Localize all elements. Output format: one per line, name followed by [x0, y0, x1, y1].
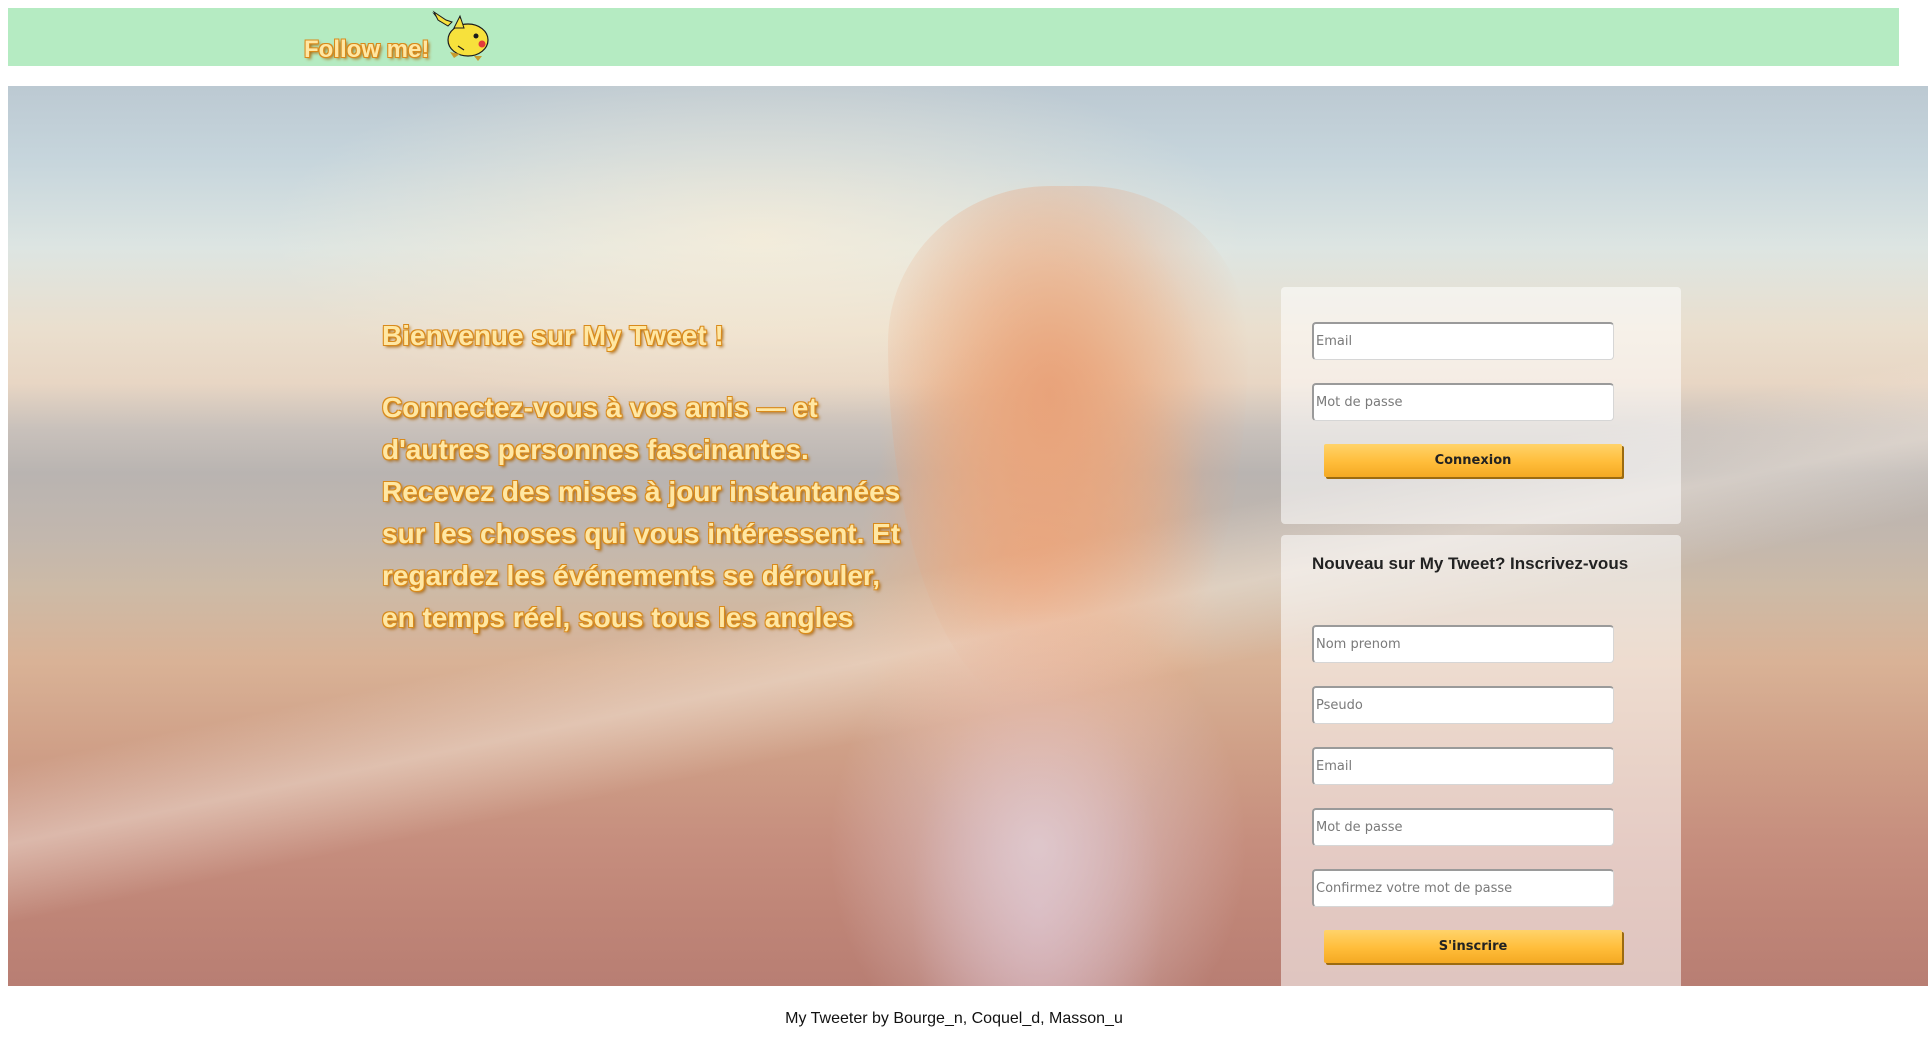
welcome-text: Connectez-vous à vos amis — et d'autres …: [382, 392, 901, 633]
hero-person-dress: [828, 606, 1248, 986]
login-button[interactable]: Connexion: [1324, 444, 1622, 477]
signup-name-input[interactable]: [1312, 625, 1614, 663]
signup-email-input[interactable]: [1312, 747, 1614, 785]
login-password-input[interactable]: [1312, 383, 1614, 421]
signup-panel: Nouveau sur My Tweet? Inscrivez-vous S'i…: [1281, 535, 1681, 995]
top-bar: [8, 8, 1899, 66]
signup-pseudo-input[interactable]: [1312, 686, 1614, 724]
signup-title: Nouveau sur My Tweet? Inscrivez-vous: [1312, 554, 1629, 573]
welcome-title: Bienvenue sur My Tweet !: [382, 320, 724, 351]
pikachu-icon: [432, 10, 489, 61]
login-panel: Connexion: [1281, 287, 1681, 524]
login-email-input[interactable]: [1312, 322, 1614, 360]
signup-password-input[interactable]: [1312, 808, 1614, 846]
brand-title[interactable]: Follow me!: [304, 36, 429, 64]
signup-confirm-password-input[interactable]: [1312, 869, 1614, 907]
signup-button[interactable]: S'inscrire: [1324, 930, 1622, 963]
footer-credits: My Tweeter by Bourge_n, Coquel_d, Masson…: [785, 1010, 1123, 1027]
